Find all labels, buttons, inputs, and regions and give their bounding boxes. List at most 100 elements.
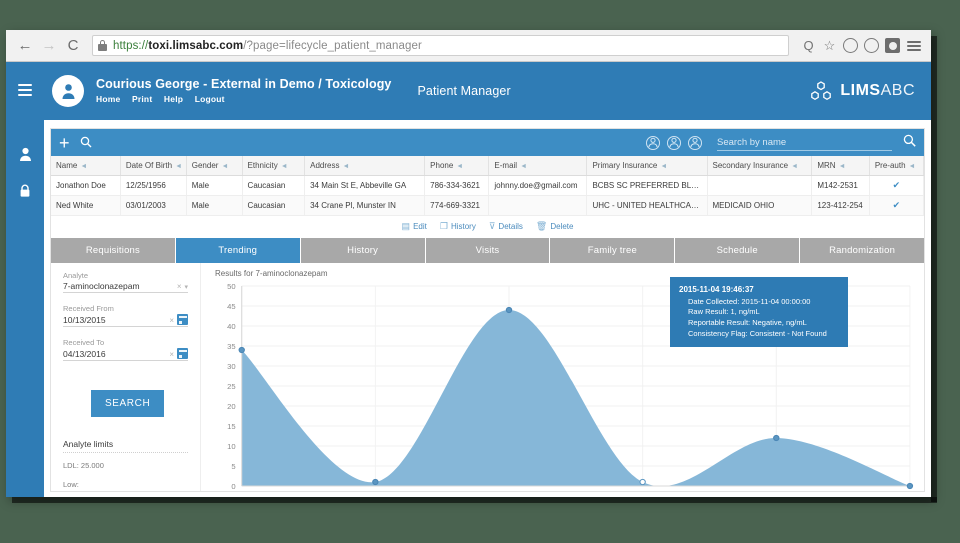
delete-button[interactable]: 🗑 Delete bbox=[536, 221, 574, 232]
reload-icon[interactable]: C bbox=[62, 35, 84, 57]
analyte-field[interactable]: Analyte 7-aminoclonazepam × ▾ bbox=[63, 271, 188, 293]
received-from-field[interactable]: Received From 10/13/2015 × bbox=[63, 304, 188, 327]
col-label: MRN bbox=[817, 161, 836, 170]
app-icon[interactable] bbox=[883, 36, 902, 55]
tab-schedule[interactable]: Schedule bbox=[675, 238, 801, 263]
app-header: Courious George - External in Demo / Tox… bbox=[44, 62, 931, 120]
brand-text: LIMSABC bbox=[840, 82, 915, 100]
tab-trending[interactable]: Trending bbox=[175, 238, 301, 263]
clear-x-icon[interactable]: × bbox=[169, 350, 174, 359]
url-host: toxi.limsabc.com bbox=[148, 39, 244, 52]
received-from-value: 10/13/2015 bbox=[63, 315, 106, 325]
table-row[interactable]: Jonathon Doe 12/25/1956 Male Caucasian 3… bbox=[51, 175, 924, 196]
col-ethnicity[interactable]: Ethnicity ◄ bbox=[242, 156, 306, 176]
chevron-down-icon[interactable]: ▾ bbox=[184, 283, 188, 291]
search-by-name-wrapper[interactable] bbox=[717, 134, 892, 151]
add-patient-icon[interactable]: + bbox=[59, 134, 70, 152]
col-secondary-insurance[interactable]: Secondary Insurance ◄ bbox=[707, 156, 813, 176]
bookmark-star-icon[interactable]: ☆ bbox=[820, 36, 839, 55]
search-icon[interactable] bbox=[80, 135, 92, 151]
tab-requisitions[interactable]: Requisitions bbox=[51, 238, 176, 263]
clear-x-icon[interactable]: × bbox=[177, 282, 182, 291]
col-label: Pre-auth bbox=[874, 161, 906, 170]
back-icon[interactable]: ← bbox=[14, 35, 36, 57]
hamburger-icon[interactable] bbox=[6, 75, 44, 105]
chart-tooltip: 2015-11-04 19:46:37 Date Collected: 2015… bbox=[670, 277, 848, 348]
brand-logo: LIMSABC bbox=[810, 81, 915, 101]
grid-toolbar: + bbox=[51, 129, 924, 156]
cell-primary-insurance: BCBS SC PREFERRED BLUE bbox=[586, 175, 708, 196]
chart-plot-area: 051015202530354045502015-10-27 17:42:202… bbox=[207, 277, 914, 491]
table-row[interactable]: Ned White 03/01/2003 Male Caucasian 34 C… bbox=[51, 195, 924, 216]
lock-icon[interactable] bbox=[6, 175, 44, 205]
search-button[interactable]: SEARCH bbox=[91, 390, 165, 417]
col-mrn[interactable]: MRN ◄ bbox=[811, 156, 870, 176]
patient-add-icon[interactable] bbox=[667, 135, 681, 150]
molecule-icon bbox=[811, 81, 832, 101]
link-help[interactable]: Help bbox=[164, 94, 183, 104]
link-print[interactable]: Print bbox=[132, 94, 152, 104]
history-button[interactable]: ❐ History bbox=[440, 221, 476, 232]
svg-text:45: 45 bbox=[227, 302, 236, 311]
globe-icon[interactable] bbox=[862, 36, 881, 55]
col-email[interactable]: E-mail ◄ bbox=[488, 156, 588, 176]
tab-history[interactable]: History bbox=[300, 238, 426, 263]
col-label: E-mail bbox=[494, 161, 518, 170]
received-to-field[interactable]: Received To 04/13/2016 × bbox=[63, 338, 188, 361]
zoom-search-icon[interactable]: Q bbox=[799, 36, 818, 55]
compass-icon[interactable] bbox=[841, 36, 860, 55]
forward-icon[interactable]: → bbox=[38, 35, 60, 57]
details-label: Details bbox=[498, 222, 523, 231]
link-home[interactable]: Home bbox=[96, 94, 120, 104]
app-viewport: Courious George - External in Demo / Tox… bbox=[6, 62, 931, 497]
url-text: https://toxi.limsabc.com/?page=lifecycle… bbox=[113, 40, 422, 52]
sort-icon: ◄ bbox=[342, 163, 350, 170]
sort-icon: ◄ bbox=[80, 163, 88, 170]
address-bar[interactable]: https://toxi.limsabc.com/?page=lifecycle… bbox=[92, 35, 789, 56]
svg-text:20: 20 bbox=[227, 402, 236, 411]
cell-email bbox=[488, 195, 588, 216]
avatar[interactable] bbox=[52, 75, 84, 107]
clear-x-icon[interactable]: × bbox=[169, 316, 174, 325]
history-label: History bbox=[450, 222, 476, 231]
cell-secondary-insurance bbox=[707, 175, 813, 196]
calendar-icon[interactable] bbox=[177, 314, 188, 325]
calendar-icon[interactable] bbox=[177, 348, 188, 359]
delete-label: Delete bbox=[550, 222, 574, 231]
analyte-label: Analyte bbox=[63, 271, 89, 280]
left-nav-rail bbox=[6, 62, 44, 497]
header-links: Home Print Help Logout bbox=[96, 94, 391, 105]
col-label: Secondary Insurance bbox=[712, 161, 789, 170]
patient-edit-icon[interactable] bbox=[688, 135, 702, 150]
sort-icon: ◄ bbox=[660, 163, 668, 170]
row-actions: ▤ Edit ❐ History ⊽ Details 🗑 Delete bbox=[51, 216, 924, 238]
edit-button[interactable]: ▤ Edit bbox=[402, 221, 427, 232]
col-preauth[interactable]: Pre-auth ◄ bbox=[869, 156, 924, 176]
cell-mrn: M142-2531 bbox=[811, 175, 870, 196]
col-label: Phone bbox=[430, 161, 454, 170]
search-input[interactable] bbox=[717, 134, 872, 150]
col-address[interactable]: Address ◄ bbox=[304, 156, 426, 176]
patient-icon[interactable] bbox=[646, 135, 660, 150]
user-title: Courious George - External in Demo / Tox… bbox=[96, 76, 392, 91]
col-phone[interactable]: Phone ◄ bbox=[424, 156, 490, 176]
cell-preauth: ✔ bbox=[869, 195, 924, 216]
col-dob[interactable]: Date Of Birth ◄ bbox=[120, 156, 187, 176]
col-name[interactable]: Name ◄ bbox=[51, 156, 121, 176]
person-icon[interactable] bbox=[6, 139, 44, 169]
tab-randomization[interactable]: Randomization bbox=[800, 238, 924, 263]
tab-visits[interactable]: Visits bbox=[425, 238, 551, 263]
tooltip-raw-result: Raw Result: 1, ng/mL bbox=[688, 307, 760, 317]
magnifier-icon[interactable] bbox=[903, 134, 916, 151]
browser-window: ← → C https://toxi.limsabc.com/?page=lif… bbox=[6, 30, 931, 497]
col-label: Name bbox=[56, 161, 78, 170]
details-button[interactable]: ⊽ Details bbox=[489, 221, 523, 232]
browser-menu-icon[interactable] bbox=[904, 36, 923, 55]
link-logout[interactable]: Logout bbox=[195, 94, 225, 104]
window-shadow-bottom bbox=[12, 497, 937, 503]
col-primary-insurance[interactable]: Primary Insurance ◄ bbox=[586, 156, 708, 176]
col-label: Ethnicity bbox=[247, 161, 278, 170]
col-gender[interactable]: Gender ◄ bbox=[186, 156, 243, 176]
cell-name: Ned White bbox=[51, 195, 121, 216]
tab-family-tree[interactable]: Family tree bbox=[550, 238, 676, 263]
